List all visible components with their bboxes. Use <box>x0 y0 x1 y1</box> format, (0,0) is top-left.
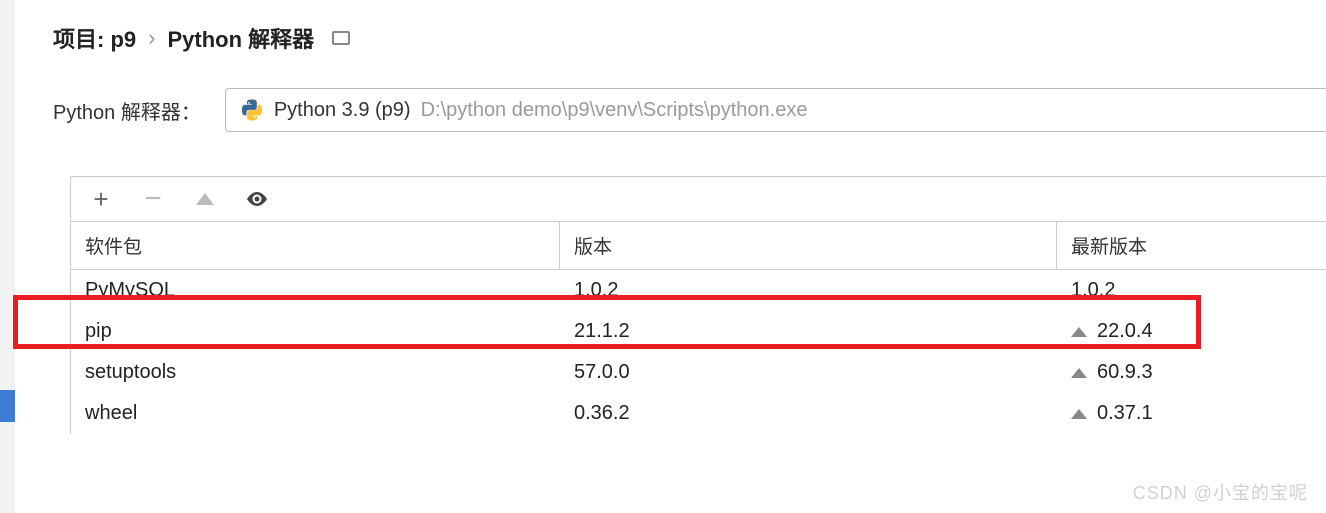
package-name: PyMySQL <box>71 279 560 302</box>
table-body: PyMySQL1.0.21.0.2pip21.1.222.0.4setuptoo… <box>71 270 1326 434</box>
table-row[interactable]: pip21.1.2 22.0.4 <box>71 311 1326 352</box>
remove-package-button[interactable]: − <box>141 187 165 211</box>
breadcrumb-project[interactable]: 项目: p9 <box>53 22 136 54</box>
interpreter-dropdown[interactable]: Python 3.9 (p9) D:\python demo\p9\venv\S… <box>225 88 1326 132</box>
sidebar-active-marker <box>0 390 15 422</box>
table-row[interactable]: PyMySQL1.0.21.0.2 <box>71 270 1326 311</box>
left-gutter <box>0 0 15 513</box>
package-latest: 22.0.4 <box>1057 320 1326 343</box>
table-row[interactable]: setuptools57.0.0 60.9.3 <box>71 352 1326 393</box>
eye-icon <box>245 187 269 211</box>
package-version: 1.0.2 <box>560 279 1057 302</box>
upgrade-available-icon <box>1071 409 1087 419</box>
package-latest-value: 1.0.2 <box>1071 279 1115 302</box>
packages-panel: + − 软件包 版本 最新版本 PyMySQL1.0.21.0.2pip21.1… <box>70 176 1326 434</box>
packages-toolbar: + − <box>71 177 1326 222</box>
col-header-name[interactable]: 软件包 <box>71 222 560 269</box>
add-package-button[interactable]: + <box>89 187 113 211</box>
show-early-releases-button[interactable] <box>245 187 269 211</box>
interpreter-row: Python 解释器： Python 3.9 (p9) D:\python de… <box>15 54 1326 132</box>
package-latest-value: 0.37.1 <box>1097 402 1153 425</box>
table-row[interactable]: wheel0.36.2 0.37.1 <box>71 393 1326 434</box>
package-name: pip <box>71 320 560 343</box>
package-name: wheel <box>71 402 560 425</box>
collapse-icon[interactable] <box>332 31 350 45</box>
upgrade-package-button[interactable] <box>193 187 217 211</box>
table-header: 软件包 版本 最新版本 <box>71 222 1326 270</box>
breadcrumb-separator: › <box>148 25 155 51</box>
breadcrumb-page: Python 解释器 <box>167 22 314 54</box>
python-icon <box>240 98 264 122</box>
upgrade-available-icon <box>1071 368 1087 378</box>
package-latest: 1.0.2 <box>1057 279 1326 302</box>
upgrade-available-icon <box>1071 327 1087 337</box>
package-latest: 60.9.3 <box>1057 361 1326 384</box>
settings-page: 项目: p9 › Python 解释器 Python 解释器： Python 3… <box>15 0 1326 513</box>
watermark: CSDN @小宝的宝呢 <box>1133 479 1308 505</box>
package-version: 57.0.0 <box>560 361 1057 384</box>
package-version: 21.1.2 <box>560 320 1057 343</box>
col-header-latest[interactable]: 最新版本 <box>1057 222 1326 269</box>
packages-table: 软件包 版本 最新版本 PyMySQL1.0.21.0.2pip21.1.222… <box>71 222 1326 434</box>
col-header-version[interactable]: 版本 <box>560 222 1057 269</box>
interpreter-path: D:\python demo\p9\venv\Scripts\python.ex… <box>421 99 808 122</box>
interpreter-name: Python 3.9 (p9) <box>274 99 411 122</box>
package-version: 0.36.2 <box>560 402 1057 425</box>
package-latest-value: 60.9.3 <box>1097 361 1153 384</box>
breadcrumb: 项目: p9 › Python 解释器 <box>15 0 1326 54</box>
package-latest-value: 22.0.4 <box>1097 320 1153 343</box>
package-latest: 0.37.1 <box>1057 402 1326 425</box>
triangle-up-icon <box>196 193 214 205</box>
interpreter-label: Python 解释器： <box>53 96 201 125</box>
package-name: setuptools <box>71 361 560 384</box>
